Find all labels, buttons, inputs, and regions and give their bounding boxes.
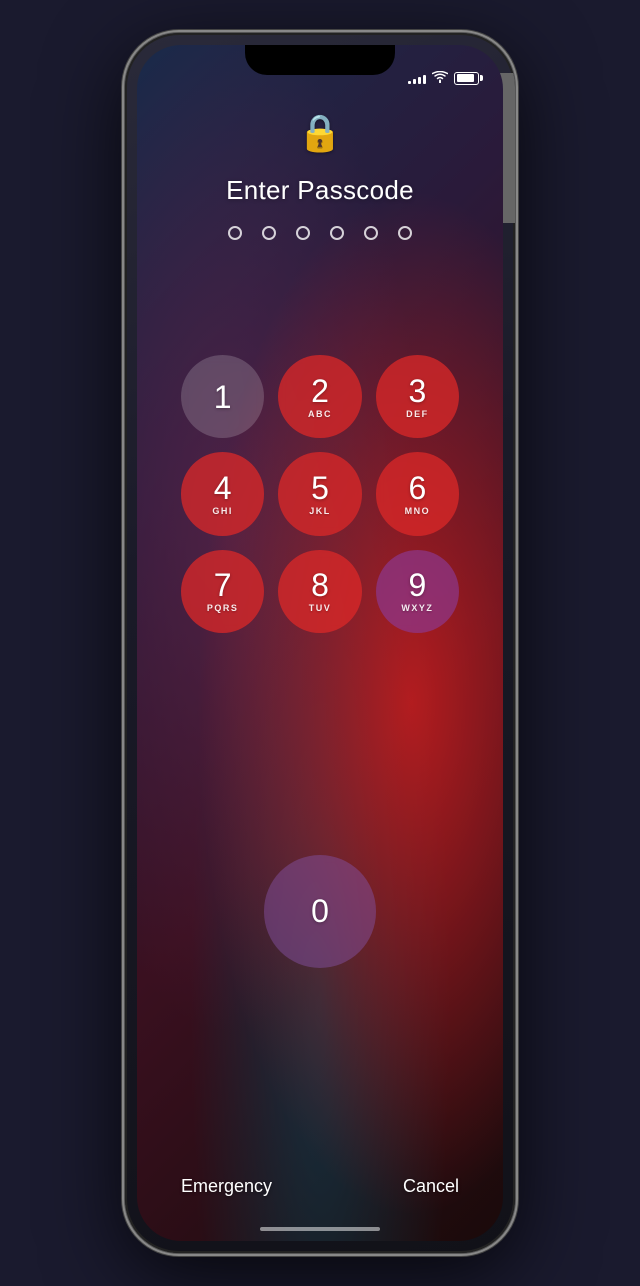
status-icons bbox=[408, 71, 479, 85]
emergency-button[interactable]: Emergency bbox=[181, 1176, 272, 1197]
key-7-num: 7 bbox=[214, 569, 232, 601]
home-indicator bbox=[260, 1227, 380, 1231]
passcode-section: Enter Passcode bbox=[137, 175, 503, 240]
key-7-letters: PQRS bbox=[207, 603, 239, 613]
key-5-button[interactable]: 5 JKL bbox=[278, 452, 361, 535]
signal-bar-1 bbox=[408, 81, 411, 84]
key-2-button[interactable]: 2 ABC bbox=[278, 355, 361, 438]
lock-container: 🔒 bbox=[298, 115, 343, 151]
bottom-actions: Emergency Cancel bbox=[137, 1176, 503, 1197]
key-9-button[interactable]: 9 WXYZ bbox=[376, 550, 459, 633]
signal-bars-icon bbox=[408, 72, 426, 84]
key-8-num: 8 bbox=[311, 569, 329, 601]
key-7-button[interactable]: 7 PQRS bbox=[181, 550, 264, 633]
key-8-letters: TUV bbox=[309, 603, 332, 613]
key-4-letters: GHI bbox=[212, 506, 233, 516]
lock-icon: 🔒 bbox=[298, 115, 343, 151]
wifi-icon bbox=[432, 71, 448, 85]
signal-bar-2 bbox=[413, 79, 416, 84]
passcode-dot-4 bbox=[330, 226, 344, 240]
key-2-num: 2 bbox=[311, 375, 329, 407]
key-9-num: 9 bbox=[408, 569, 426, 601]
key-6-button[interactable]: 6 MNO bbox=[376, 452, 459, 535]
signal-bar-4 bbox=[423, 75, 426, 84]
key-5-num: 5 bbox=[311, 472, 329, 504]
battery-fill bbox=[457, 74, 474, 82]
notch bbox=[245, 45, 395, 75]
key-1-button[interactable]: 1 bbox=[181, 355, 264, 438]
key-4-num: 4 bbox=[214, 472, 232, 504]
passcode-dot-2 bbox=[262, 226, 276, 240]
key-3-letters: DEF bbox=[406, 409, 429, 419]
key-1-num: 1 bbox=[214, 381, 232, 413]
key-2-letters: ABC bbox=[308, 409, 332, 419]
battery-icon bbox=[454, 72, 479, 85]
passcode-title: Enter Passcode bbox=[226, 175, 414, 206]
key-3-num: 3 bbox=[408, 375, 426, 407]
key-6-letters: MNO bbox=[405, 506, 431, 516]
passcode-dot-3 bbox=[296, 226, 310, 240]
key-9-letters: WXYZ bbox=[401, 603, 433, 613]
passcode-dots bbox=[228, 226, 412, 240]
passcode-dot-1 bbox=[228, 226, 242, 240]
cancel-button[interactable]: Cancel bbox=[403, 1176, 459, 1197]
phone-screen: 🔒 Enter Passcode 1 2 ABC bbox=[137, 45, 503, 1241]
key-4-button[interactable]: 4 GHI bbox=[181, 452, 264, 535]
phone-frame: 🔒 Enter Passcode 1 2 ABC bbox=[125, 33, 515, 1253]
passcode-dot-6 bbox=[398, 226, 412, 240]
key-6-num: 6 bbox=[408, 472, 426, 504]
passcode-dot-5 bbox=[364, 226, 378, 240]
keypad: 1 2 ABC 3 DEF 4 GHI 5 JKL 6 MNO bbox=[137, 355, 503, 633]
key-0-num: 0 bbox=[311, 895, 329, 927]
key-0-button[interactable]: 0 bbox=[264, 855, 377, 968]
signal-bar-3 bbox=[418, 77, 421, 84]
key-3-button[interactable]: 3 DEF bbox=[376, 355, 459, 438]
key-5-letters: JKL bbox=[309, 506, 331, 516]
keypad-zero-row: 0 bbox=[137, 855, 503, 968]
key-8-button[interactable]: 8 TUV bbox=[278, 550, 361, 633]
